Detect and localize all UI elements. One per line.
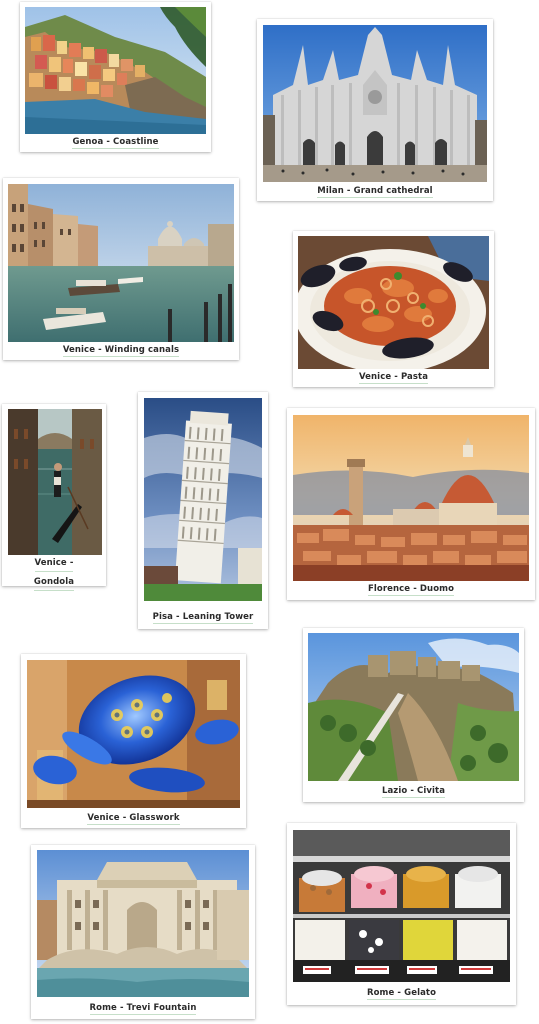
photo-caption: Rome - Trevi Fountain: [89, 1003, 197, 1015]
photo-card-pisa[interactable]: Pisa - Leaning Tower: [138, 392, 268, 629]
venice-pasta-photo: [298, 236, 489, 369]
venice-gondola-photo: [8, 409, 102, 555]
venice-glasswork-photo: [27, 660, 240, 808]
photo-caption: Florence - Duomo: [367, 584, 455, 596]
photo-card-venice-canals[interactable]: Venice - Winding canals: [3, 178, 239, 360]
photo-card-lazio-civita[interactable]: Lazio - Civita: [303, 628, 524, 802]
venice-canals-photo: [8, 184, 234, 342]
milan-cathedral-photo: [263, 25, 487, 182]
photo-caption: Rome - Gelato: [366, 988, 437, 1000]
photo-card-venice-gondola[interactable]: Venice - Gondola: [2, 404, 106, 591]
photo-card-rome-trevi[interactable]: Rome - Trevi Fountain: [31, 845, 255, 1019]
photo-caption: Venice - Pasta: [358, 372, 429, 384]
photo-caption: Venice - Gondola: [2, 557, 106, 595]
photo-caption: Milan - Grand cathedral: [317, 186, 433, 198]
photo-caption: Venice - Glasswork: [87, 813, 180, 825]
photo-card-florence[interactable]: Florence - Duomo: [287, 408, 535, 600]
florence-duomo-photo: [293, 415, 529, 581]
photo-caption: Genoa - Coastline: [72, 137, 159, 149]
photo-caption: Pisa - Leaning Tower: [152, 612, 254, 624]
genoa-coastline-photo: [25, 7, 206, 134]
photo-card-genoa[interactable]: Genoa - Coastline: [20, 2, 211, 152]
photo-caption: Lazio - Civita: [381, 786, 446, 798]
photo-card-milan[interactable]: Milan - Grand cathedral: [257, 19, 493, 201]
pisa-tower-photo: [144, 398, 262, 601]
photo-card-venice-pasta[interactable]: Venice - Pasta: [293, 231, 494, 387]
rome-trevi-fountain-photo: [37, 850, 249, 997]
photo-caption: Venice - Winding canals: [62, 345, 180, 357]
photo-card-venice-glasswork[interactable]: Venice - Glasswork: [21, 654, 246, 828]
photo-card-rome-gelato[interactable]: Rome - Gelato: [287, 823, 516, 1005]
rome-gelato-photo: [293, 830, 510, 982]
lazio-civita-photo: [308, 633, 519, 781]
